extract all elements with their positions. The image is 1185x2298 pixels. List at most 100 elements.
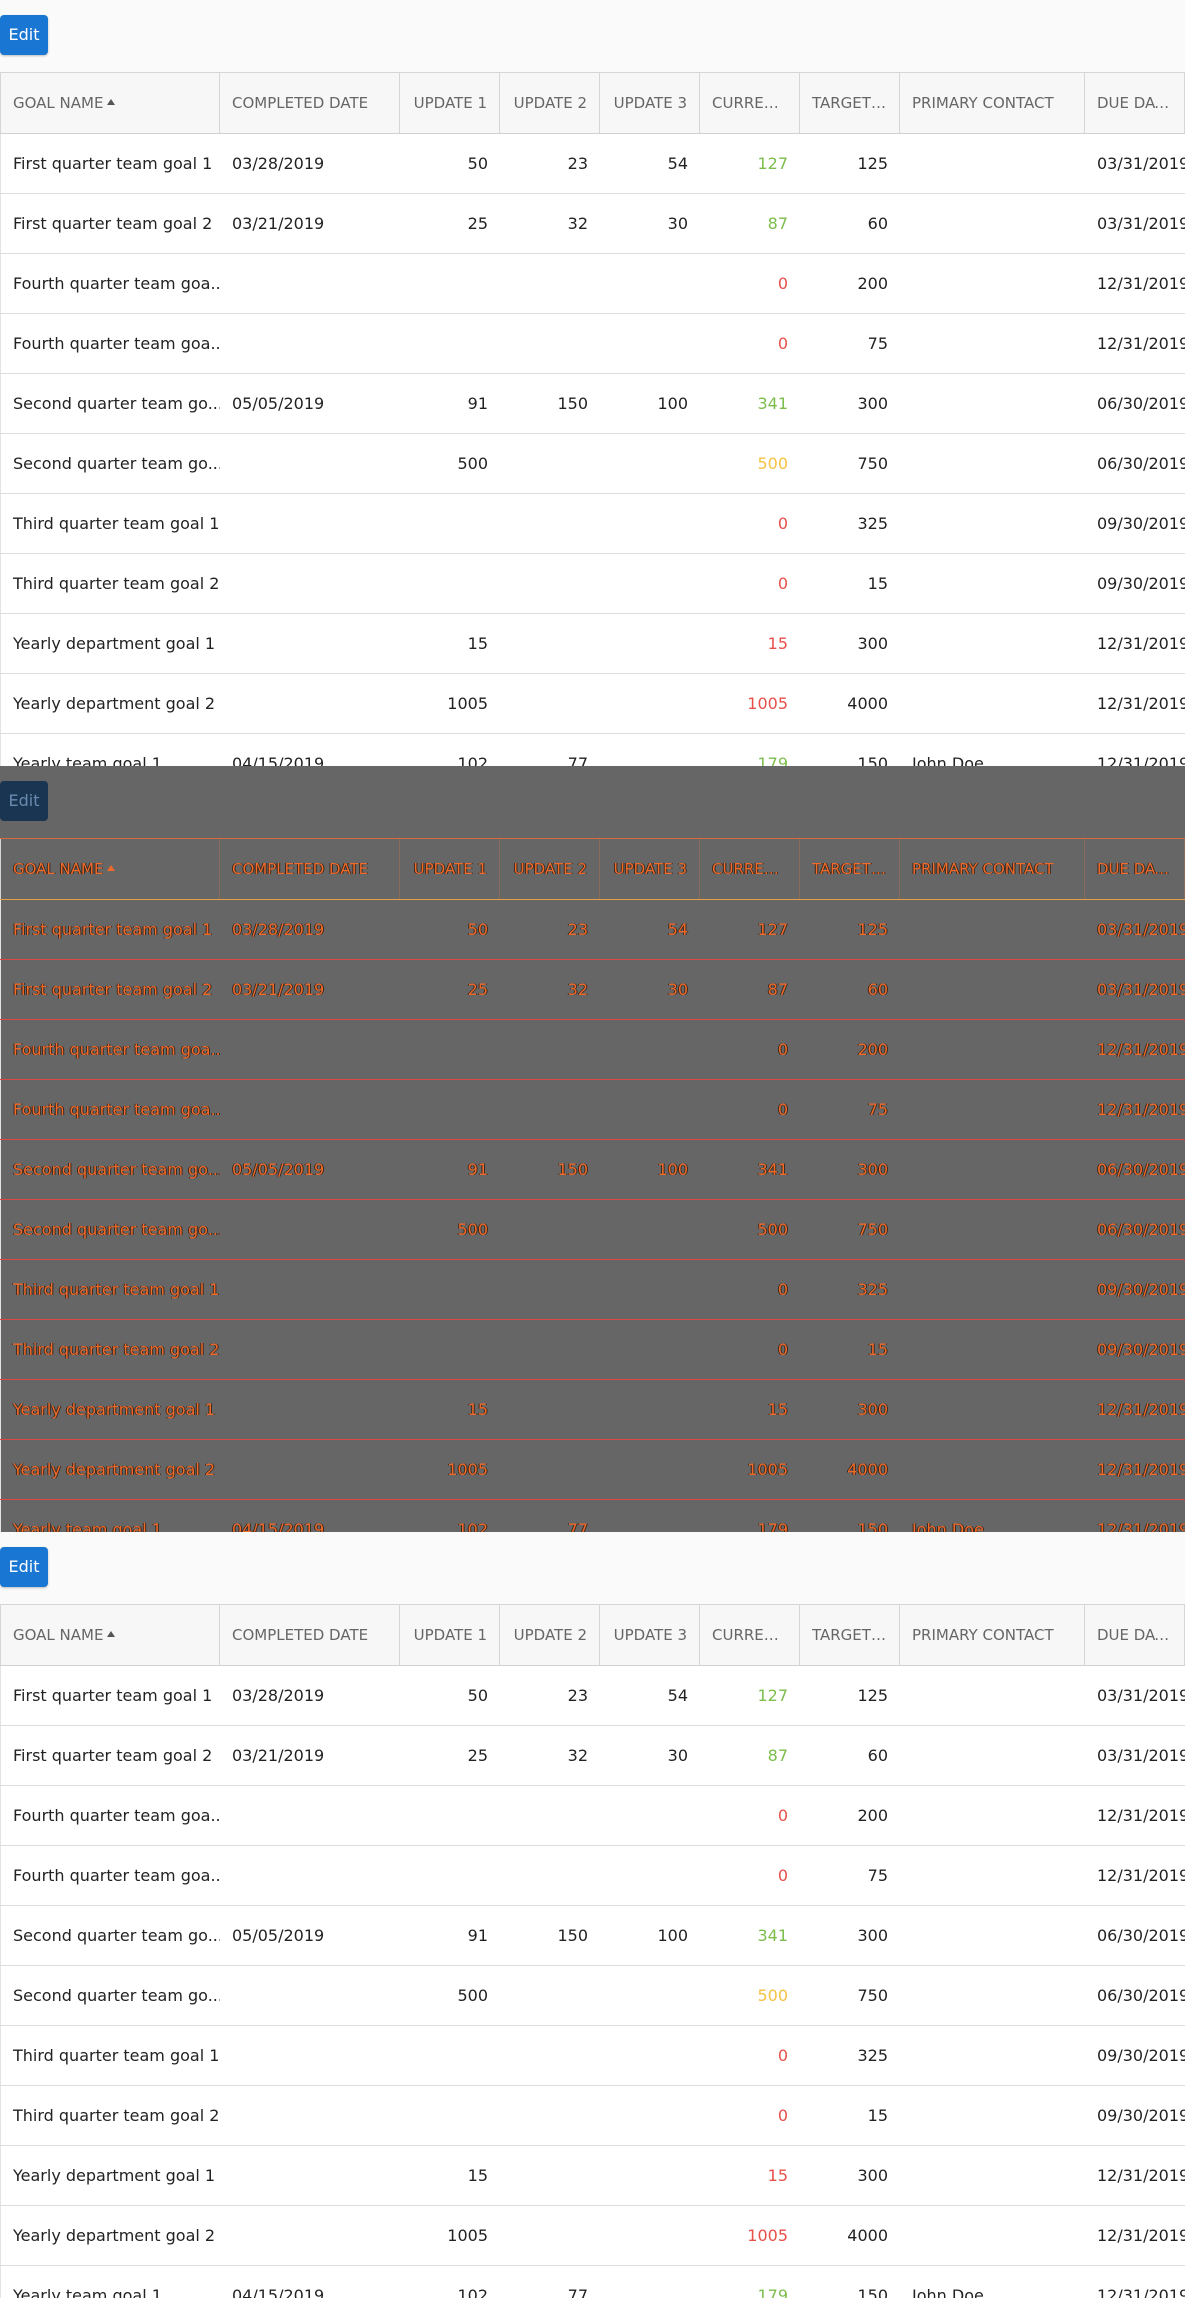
column-header[interactable]: TARGET ... — [800, 1605, 900, 1665]
column-header[interactable]: UPDATE 3 — [600, 839, 700, 899]
table-cell-target: 325 — [857, 514, 888, 533]
column-header[interactable]: TARGET ... — [800, 839, 900, 899]
table-cell-target: 125 — [857, 1686, 888, 1705]
table-row[interactable]: Third quarter team goal 2 0 15 09/30/2019 — [0, 2086, 1185, 2146]
column-header[interactable]: UPDATE 2 — [500, 839, 600, 899]
table-cell-u1: 50 — [467, 920, 488, 939]
table-row[interactable]: Second quarter team go... 05/05/2019 91 150… — [0, 374, 1185, 434]
table-row[interactable]: Yearly department goal 1 15 15 300 12/31/201… — [0, 1380, 1185, 1440]
table-cell-completed — [220, 614, 400, 673]
column-header[interactable]: PRIMARY CONTACT — [900, 839, 1085, 899]
table-row[interactable]: Yearly department goal 1 15 15 300 12/31/201… — [0, 614, 1185, 674]
table-row[interactable]: Second quarter team go... 500 500 750 06/30/… — [0, 434, 1185, 494]
table-cell-target: 75 — [867, 334, 888, 353]
table-cell-contact: John Doe — [912, 754, 984, 766]
edit-button[interactable]: Edit — [0, 15, 48, 55]
table-row[interactable]: Third quarter team goal 2 0 15 09/30/2019 — [0, 554, 1185, 614]
table-cell-due: 12/31/2019 — [1097, 1520, 1185, 1532]
column-header[interactable]: UPDATE 1 — [400, 1605, 500, 1665]
table-cell-target: 4000 — [847, 2226, 888, 2245]
table-row[interactable]: Fourth quarter team goa... 0 200 12/31/2019 — [0, 1020, 1185, 1080]
table-row[interactable]: Yearly team goal 1 04/15/2019 102 77 179 150 J… — [0, 2266, 1185, 2298]
table-cell-u3 — [600, 2026, 700, 2085]
column-header[interactable]: CURREN... — [700, 1605, 800, 1665]
sort-ascending-icon[interactable] — [107, 99, 116, 105]
column-header[interactable]: CURREN... — [700, 73, 800, 133]
column-header[interactable]: GOAL NAME — [0, 839, 220, 899]
goals-table: GOAL NAME COMPLETED DATE UPDATE 1 UPDATE 2 U… — [0, 838, 1185, 1532]
table-row[interactable]: Yearly team goal 1 04/15/2019 102 77 179 150 J… — [0, 734, 1185, 766]
column-header[interactable]: UPDATE 3 — [600, 1605, 700, 1665]
table-row[interactable]: Yearly department goal 2 1005 1005 4000 12/3… — [0, 674, 1185, 734]
column-header[interactable]: DUE DATE — [1085, 839, 1185, 899]
column-header[interactable]: UPDATE 2 — [500, 1605, 600, 1665]
table-cell-name: Second quarter team go... — [0, 374, 220, 433]
table-row[interactable]: Second quarter team go... 05/05/2019 91 150… — [0, 1140, 1185, 1200]
table-row[interactable]: First quarter team goal 2 03/21/2019 25 32 3… — [0, 1726, 1185, 1786]
column-header[interactable]: UPDATE 1 — [400, 73, 500, 133]
column-header-label: CURREN... — [712, 94, 787, 112]
table-cell-u2 — [500, 1080, 600, 1139]
table-row[interactable]: First quarter team goal 2 03/21/2019 25 32 3… — [0, 960, 1185, 1020]
table-cell-u1: 500 — [457, 1220, 488, 1239]
table-cell-current: 0 — [777, 1040, 788, 1059]
column-header[interactable]: TARGET ... — [800, 73, 900, 133]
edit-button[interactable]: Edit — [0, 1547, 48, 1587]
column-header[interactable]: DUE DATE — [1085, 1605, 1185, 1665]
table-row[interactable]: Second quarter team go... 500 500 750 06/30/… — [0, 1200, 1185, 1260]
table-cell-u2 — [500, 1966, 600, 2025]
table-row[interactable]: First quarter team goal 1 03/28/2019 50 23 5… — [0, 1666, 1185, 1726]
table-row[interactable]: Third quarter team goal 1 0 325 09/30/2019 — [0, 1260, 1185, 1320]
column-header[interactable]: GOAL NAME — [0, 73, 220, 133]
table-row[interactable]: Fourth quarter team goa... 0 200 12/31/2019 — [0, 1786, 1185, 1846]
table-row[interactable]: Yearly department goal 1 15 15 300 12/31/201… — [0, 2146, 1185, 2206]
table-row[interactable]: Second quarter team go... 500 500 750 06/30/… — [0, 1966, 1185, 2026]
table-cell-current: 0 — [777, 2046, 788, 2065]
column-header[interactable]: PRIMARY CONTACT — [900, 1605, 1085, 1665]
table-cell-completed: 05/05/2019 — [232, 1926, 325, 1945]
column-header[interactable]: COMPLETED DATE — [220, 1605, 400, 1665]
table-cell-due: 06/30/2019 — [1097, 1986, 1185, 2005]
table-cell-u2: 150 — [557, 1926, 588, 1945]
column-header[interactable]: CURREN... — [700, 839, 800, 899]
column-header[interactable]: GOAL NAME — [0, 1605, 220, 1665]
column-header[interactable]: COMPLETED DATE — [220, 73, 400, 133]
table-row[interactable]: Yearly department goal 2 1005 1005 4000 12/3… — [0, 2206, 1185, 2266]
table-row[interactable]: Yearly department goal 2 1005 1005 4000 12/3… — [0, 1440, 1185, 1500]
table-row[interactable]: Yearly team goal 1 04/15/2019 102 77 179 150 J… — [0, 1500, 1185, 1532]
table-row[interactable]: Third quarter team goal 2 0 15 09/30/2019 — [0, 1320, 1185, 1380]
edit-button[interactable]: Edit — [0, 781, 48, 821]
table-row[interactable]: Fourth quarter team goa... 0 75 12/31/2019 — [0, 1846, 1185, 1906]
table-cell-name: Second quarter team go... — [0, 1906, 220, 1965]
table-cell-contact — [900, 1726, 1085, 1785]
table-cell-contact — [900, 194, 1085, 253]
table-row[interactable]: Fourth quarter team goa... 0 200 12/31/2019 — [0, 254, 1185, 314]
table-cell-u1: 1005 — [447, 694, 488, 713]
sort-ascending-icon[interactable] — [107, 865, 116, 871]
table-row[interactable]: Third quarter team goal 1 0 325 09/30/2019 — [0, 494, 1185, 554]
table-cell-name: Second quarter team go... — [0, 434, 220, 493]
table-cell-u2 — [500, 1200, 600, 1259]
column-header[interactable]: UPDATE 1 — [400, 839, 500, 899]
table-cell-due: 03/31/2019 — [1097, 214, 1185, 233]
sort-ascending-icon[interactable] — [107, 1631, 116, 1637]
table-row[interactable]: Second quarter team go... 05/05/2019 91 150… — [0, 1906, 1185, 1966]
table-cell-name: Second quarter team go... — [0, 1966, 220, 2025]
table-cell-name: Yearly team goal 1 — [0, 1500, 220, 1532]
table-row[interactable]: Third quarter team goal 1 0 325 09/30/2019 — [0, 2026, 1185, 2086]
table-cell-name: Yearly team goal 1 — [0, 2266, 220, 2298]
table-row[interactable]: Fourth quarter team goa... 0 75 12/31/2019 — [0, 314, 1185, 374]
column-header[interactable]: PRIMARY CONTACT — [900, 73, 1085, 133]
table-cell-u1: 102 — [457, 1520, 488, 1532]
column-header[interactable]: COMPLETED DATE — [220, 839, 400, 899]
table-row[interactable]: Fourth quarter team goa... 0 75 12/31/2019 — [0, 1080, 1185, 1140]
table-cell-completed: 04/15/2019 — [232, 1520, 325, 1532]
table-row[interactable]: First quarter team goal 1 03/28/2019 50 23 5… — [0, 900, 1185, 960]
column-header[interactable]: UPDATE 2 — [500, 73, 600, 133]
column-header[interactable]: UPDATE 3 — [600, 73, 700, 133]
table-row[interactable]: First quarter team goal 2 03/21/2019 25 32 3… — [0, 194, 1185, 254]
table-row[interactable]: First quarter team goal 1 03/28/2019 50 23 5… — [0, 134, 1185, 194]
column-header[interactable]: DUE DATE — [1085, 73, 1185, 133]
table-cell-target: 150 — [857, 754, 888, 766]
table-cell-completed — [220, 2026, 400, 2085]
